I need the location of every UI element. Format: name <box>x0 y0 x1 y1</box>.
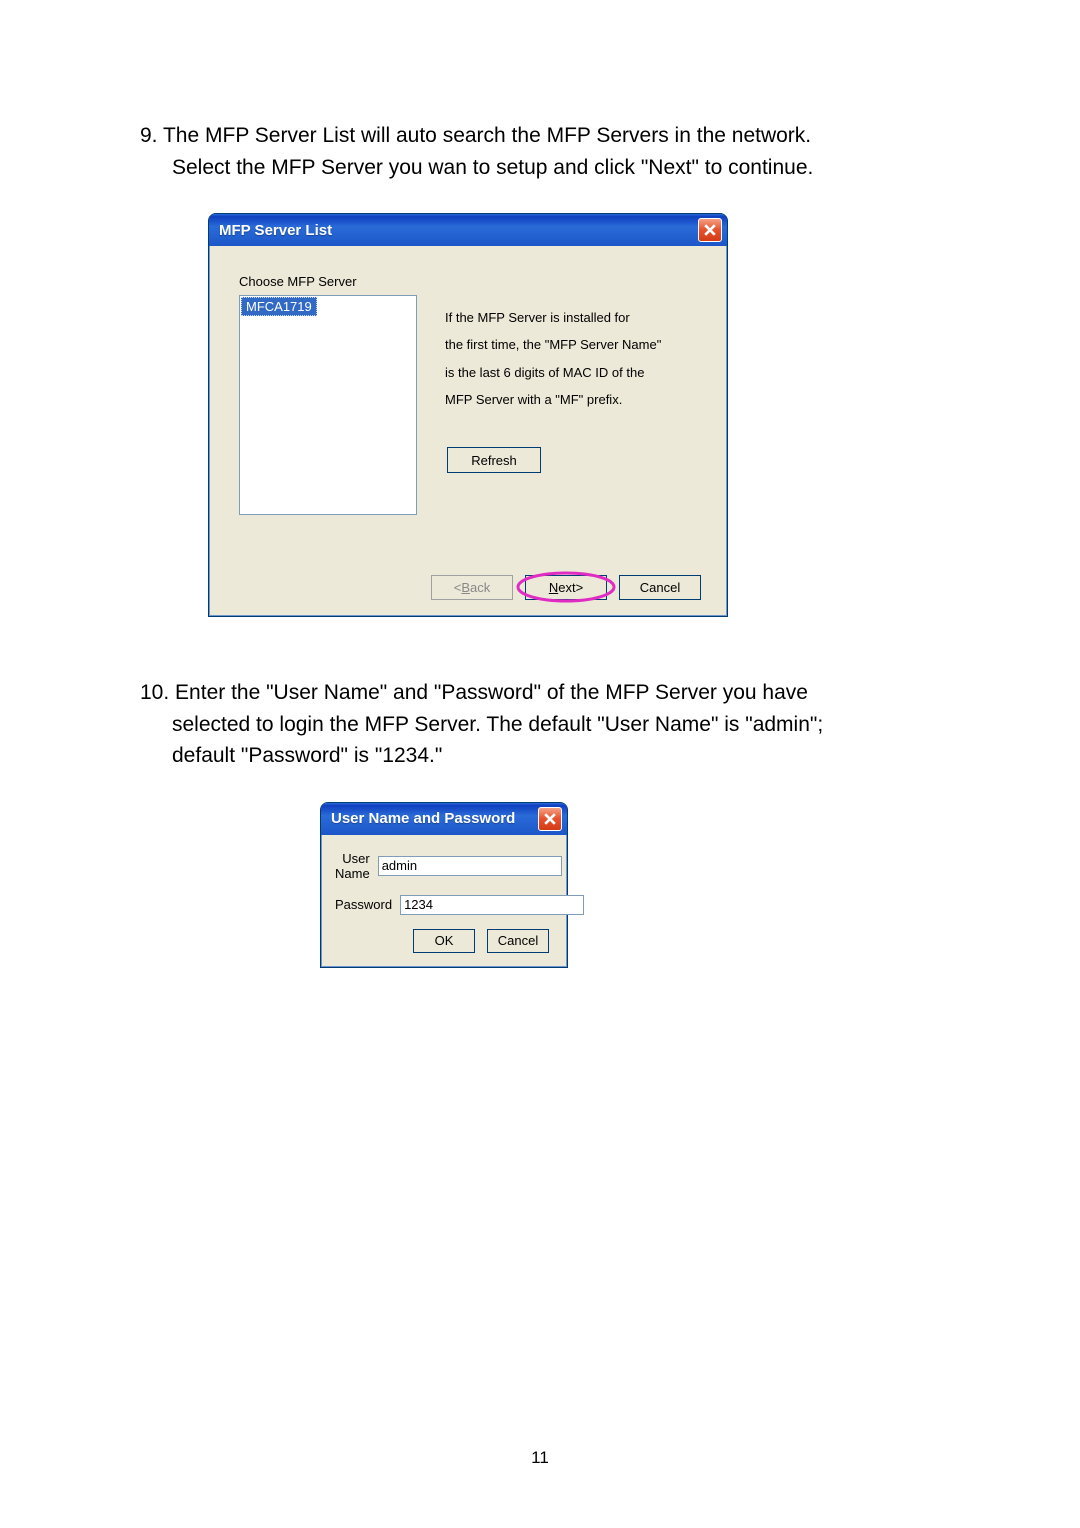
close-icon[interactable] <box>538 807 562 831</box>
password-label: Password <box>335 897 392 912</box>
cancel-button[interactable]: Cancel <box>619 575 701 600</box>
step-9-number: 9. <box>140 120 158 152</box>
refresh-button[interactable]: Refresh <box>447 447 541 473</box>
user-name-label: User Name <box>335 851 370 881</box>
back-button-label: Back <box>461 580 490 595</box>
step-10-instruction: 10. Enter the "User Name" and "Password"… <box>140 677 940 772</box>
step-9-line2: Select the MFP Server you wan to setup a… <box>172 156 813 179</box>
next-button[interactable]: Next > <box>525 575 607 600</box>
mfp-server-listbox[interactable]: MFCA1719 <box>239 295 417 515</box>
hint-line: the first time, the "MFP Server Name" <box>445 331 695 358</box>
mfp-server-list-dialog: MFP Server List Choose MFP Server MFCA17… <box>208 213 728 617</box>
step-10-line3: default "Password" is "1234." <box>172 744 442 767</box>
step-9-line1: The MFP Server List will auto search the… <box>163 124 811 147</box>
password-field[interactable] <box>400 895 584 915</box>
step-10-line1: Enter the "User Name" and "Password" of … <box>175 681 808 704</box>
step-10-number: 10. <box>140 677 169 709</box>
list-item-selected[interactable]: MFCA1719 <box>241 297 317 316</box>
hint-line: is the last 6 digits of MAC ID of the <box>445 359 695 386</box>
page-number: 11 <box>0 1448 1080 1468</box>
close-icon[interactable] <box>698 218 722 242</box>
dialog-title: MFP Server List <box>219 222 332 239</box>
user-password-dialog: User Name and Password User Name Passwor… <box>320 802 568 968</box>
cancel-button[interactable]: Cancel <box>487 929 549 953</box>
dialog-title: User Name and Password <box>331 810 515 827</box>
hint-line: MFP Server with a "MF" prefix. <box>445 386 695 413</box>
titlebar: MFP Server List <box>209 214 727 246</box>
step-10-line2: selected to login the MFP Server. The de… <box>172 713 823 736</box>
back-button: < Back <box>431 575 513 600</box>
ok-button[interactable]: OK <box>413 929 475 953</box>
user-name-field[interactable] <box>378 856 562 876</box>
choose-mfp-label: Choose MFP Server <box>239 274 701 289</box>
next-button-label: Next <box>549 580 576 595</box>
titlebar: User Name and Password <box>321 803 567 835</box>
hint-line: If the MFP Server is installed for <box>445 304 695 331</box>
step-9-instruction: 9. The MFP Server List will auto search … <box>140 120 940 183</box>
hint-text: If the MFP Server is installed for the f… <box>445 304 695 474</box>
